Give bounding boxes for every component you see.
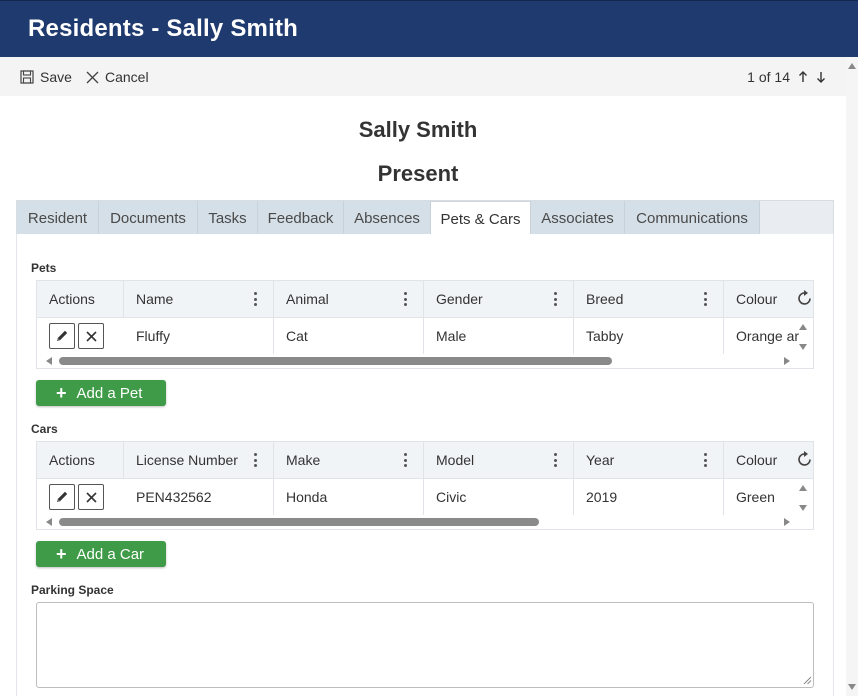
- column-menu-icon[interactable]: [553, 453, 557, 467]
- column-menu-icon[interactable]: [403, 292, 407, 306]
- cell-model: Civic: [424, 479, 574, 515]
- plus-icon: +: [56, 383, 67, 403]
- cell-name: Fluffy: [124, 318, 274, 354]
- scroll-left-icon[interactable]: [46, 357, 52, 365]
- scroll-up-icon[interactable]: [848, 63, 856, 69]
- cell-license-number: PEN432562: [124, 479, 274, 515]
- column-menu-icon[interactable]: [253, 292, 257, 306]
- table-row: PEN432562 Honda Civic 2019 Green: [37, 479, 813, 515]
- cars-grid: Actions License Number Make Model Year C…: [36, 441, 814, 530]
- column-header-gender[interactable]: Gender: [424, 281, 574, 317]
- close-icon: [85, 491, 97, 503]
- tab-feedback[interactable]: Feedback: [258, 201, 344, 235]
- column-header-name[interactable]: Name: [124, 281, 274, 317]
- column-header-year[interactable]: Year: [574, 442, 724, 478]
- close-icon: [86, 71, 99, 83]
- cars-grid-header: Actions License Number Make Model Year C…: [37, 442, 813, 479]
- toolbar: Save Cancel 1 of 14: [0, 57, 846, 96]
- cell-colour: Green: [736, 489, 775, 505]
- previous-record-button[interactable]: [798, 71, 808, 83]
- tab-communications[interactable]: Communications: [625, 201, 760, 235]
- horizontal-scrollbar[interactable]: [37, 354, 813, 368]
- column-header-make[interactable]: Make: [274, 442, 424, 478]
- page-title: Residents - Sally Smith: [28, 15, 299, 42]
- pencil-icon: [57, 330, 68, 341]
- tab-tasks[interactable]: Tasks: [198, 201, 258, 235]
- column-header-actions: Actions: [37, 442, 124, 478]
- scroll-right-icon[interactable]: [784, 357, 790, 365]
- pets-grid: Actions Name Animal Gender Breed Colour …: [36, 280, 814, 369]
- tab-pets-cars[interactable]: Pets & Cars: [431, 201, 531, 236]
- column-header-license-number[interactable]: License Number: [124, 442, 274, 478]
- edit-button[interactable]: [49, 484, 75, 510]
- cell-breed: Tabby: [574, 318, 724, 354]
- column-header-actions: Actions: [37, 281, 124, 317]
- parking-space-label: Parking Space: [31, 583, 114, 597]
- scroll-down-icon[interactable]: [799, 505, 807, 511]
- record-pager: 1 of 14: [747, 68, 826, 86]
- cell-animal: Cat: [274, 318, 424, 354]
- cancel-label: Cancel: [105, 69, 149, 85]
- close-icon: [85, 330, 97, 342]
- record-name: Sally Smith: [358, 117, 478, 142]
- arrow-up-icon: [799, 71, 807, 82]
- table-row: Fluffy Cat Male Tabby Orange ar: [37, 318, 813, 354]
- column-menu-icon[interactable]: [703, 453, 707, 467]
- arrow-down-icon: [817, 72, 825, 83]
- column-header-breed[interactable]: Breed: [574, 281, 724, 317]
- save-button[interactable]: Save: [20, 68, 72, 86]
- delete-button[interactable]: [78, 484, 104, 510]
- cars-section-label: Cars: [31, 422, 58, 436]
- cell-year: 2019: [574, 479, 724, 515]
- scroll-thumb[interactable]: [59, 357, 612, 365]
- scroll-down-icon[interactable]: [799, 344, 807, 350]
- scroll-up-icon[interactable]: [799, 324, 807, 330]
- cell-colour: Orange ar: [736, 328, 800, 344]
- refresh-icon[interactable]: [797, 450, 813, 468]
- row-scrollbar[interactable]: [799, 322, 809, 352]
- record-status: Present: [377, 161, 459, 186]
- next-record-button[interactable]: [816, 71, 826, 83]
- add-pet-button[interactable]: + Add a Pet: [36, 380, 166, 406]
- save-icon: [20, 70, 34, 84]
- save-label: Save: [40, 69, 72, 85]
- scroll-down-icon[interactable]: [848, 684, 856, 690]
- tab-associates[interactable]: Associates: [531, 201, 625, 235]
- pets-grid-header: Actions Name Animal Gender Breed Colour: [37, 281, 813, 318]
- pets-section-label: Pets: [31, 261, 57, 275]
- column-header-model[interactable]: Model: [424, 442, 574, 478]
- plus-icon: +: [56, 544, 67, 564]
- pager-text: 1 of 14: [747, 69, 790, 85]
- row-scrollbar[interactable]: [799, 483, 809, 513]
- pencil-icon: [57, 491, 68, 502]
- column-menu-icon[interactable]: [553, 292, 557, 306]
- scroll-left-icon[interactable]: [46, 518, 52, 526]
- tab-resident[interactable]: Resident: [17, 201, 99, 235]
- scroll-thumb[interactable]: [59, 518, 539, 526]
- page-scrollbar[interactable]: [846, 57, 858, 696]
- refresh-icon[interactable]: [797, 289, 813, 307]
- cell-make: Honda: [274, 479, 424, 515]
- column-menu-icon[interactable]: [403, 453, 407, 467]
- cell-gender: Male: [424, 318, 574, 354]
- cancel-button[interactable]: Cancel: [86, 68, 149, 86]
- parking-space-input[interactable]: [36, 602, 814, 688]
- scroll-right-icon[interactable]: [784, 518, 790, 526]
- edit-button[interactable]: [49, 323, 75, 349]
- app-header: Residents - Sally Smith: [0, 0, 858, 57]
- add-car-button[interactable]: + Add a Car: [36, 541, 166, 567]
- column-menu-icon[interactable]: [253, 453, 257, 467]
- scroll-up-icon[interactable]: [799, 485, 807, 491]
- tab-bar: Resident Documents Tasks Feedback Absenc…: [16, 200, 834, 236]
- horizontal-scrollbar[interactable]: [37, 515, 813, 529]
- tab-documents[interactable]: Documents: [99, 201, 198, 235]
- column-menu-icon[interactable]: [703, 292, 707, 306]
- tab-absences[interactable]: Absences: [344, 201, 431, 235]
- delete-button[interactable]: [78, 323, 104, 349]
- column-header-animal[interactable]: Animal: [274, 281, 424, 317]
